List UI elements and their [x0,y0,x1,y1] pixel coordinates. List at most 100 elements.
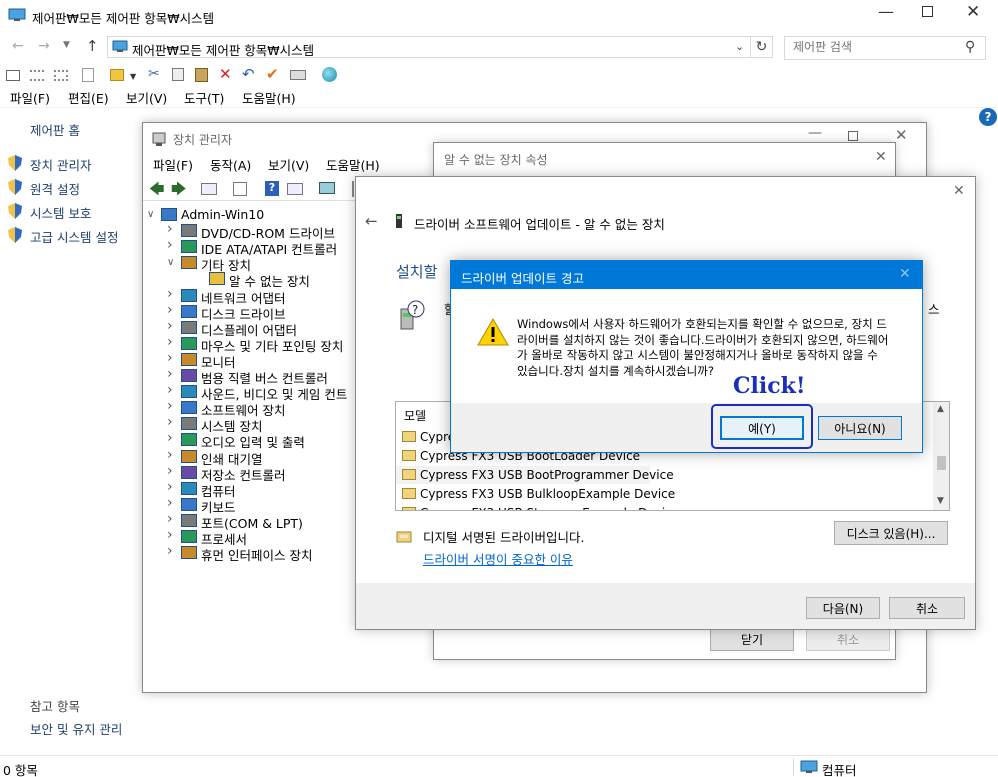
link-advanced-settings[interactable]: 고급 시스템 설정 [30,227,118,246]
cut-icon[interactable]: ✂ [148,66,160,82]
tree-item[interactable]: › 인쇄 대기열 [167,447,357,467]
link-security-maintenance[interactable]: 보안 및 유지 관리 [30,719,122,738]
dm-menu-file[interactable]: 파일(F) [153,155,193,174]
chevron-right-icon[interactable]: › [167,286,177,302]
folder-options-icon[interactable] [110,69,124,81]
warning-close-icon[interactable]: ✕ [899,266,911,282]
tree-item[interactable]: › 프로세서 [167,527,357,547]
scroll-up-icon[interactable]: ▲ [937,404,944,414]
scroll-thumb[interactable] [937,456,946,470]
menu-edit[interactable]: 편집(E) [68,88,109,107]
globe-icon[interactable] [322,67,337,82]
toolbar-dropdown-icon[interactable]: ▼ [130,72,136,81]
chevron-down-icon[interactable]: ∨ [167,257,177,268]
view-tiles-icon[interactable] [54,70,68,81]
chevron-right-icon[interactable]: › [167,366,177,382]
dm-panel-icon[interactable] [287,183,303,195]
maximize-icon[interactable] [922,6,933,17]
dm-help-icon[interactable]: ? [265,181,279,196]
link-remote-settings[interactable]: 원격 설정 [30,179,80,198]
tree-item[interactable]: › 키보드 [167,495,357,515]
next-button[interactable]: 다음(N) [806,597,880,619]
chevron-right-icon[interactable]: › [167,350,177,366]
dm-minimize-icon[interactable]: — [808,125,822,141]
tree-item[interactable]: › 디스크 드라이브 [167,302,357,322]
have-disk-button[interactable]: 디스크 있음(H)... [834,521,948,545]
delete-icon[interactable]: ✕ [219,65,232,83]
props-close-button[interactable]: 닫기 [710,627,794,651]
link-system-protection[interactable]: 시스템 보호 [30,203,91,222]
address-dropdown-icon[interactable]: ⌄ [735,40,744,53]
refresh-button[interactable]: ↻ [751,36,773,58]
address-bar[interactable]: 제어판₩모든 제어판 항목₩시스템 ⌄ [107,36,751,58]
tree-item[interactable]: › 디스플레이 어댑터 [167,318,357,338]
chevron-right-icon[interactable]: › [167,543,177,559]
chevron-right-icon[interactable]: › [167,495,177,511]
chevron-right-icon[interactable]: › [167,398,177,414]
close-icon[interactable]: ✕ [966,2,980,22]
menu-view[interactable]: 보기(V) [126,88,167,107]
tree-item[interactable]: › 사운드, 비디오 및 게임 컨트 [167,382,357,402]
scroll-down-icon[interactable]: ▼ [937,496,944,506]
search-box[interactable]: ⚲ [784,36,986,60]
minimize-icon[interactable]: — [878,2,894,21]
dm-back-icon[interactable]: 🡄 [149,179,165,204]
dm-menu-view[interactable]: 보기(V) [268,155,309,174]
chevron-right-icon[interactable]: › [167,430,177,446]
chevron-right-icon[interactable]: › [167,414,177,430]
link-device-manager[interactable]: 장치 관리자 [30,155,91,174]
tree-item[interactable]: 알 수 없는 장치 [195,271,357,289]
properties-icon[interactable] [290,70,306,80]
dm-menu-help[interactable]: 도움말(H) [326,155,380,174]
model-row[interactable]: Cypress FX3 USB StreamerExample Device [396,504,931,510]
no-button[interactable]: 아니요(N) [818,416,902,440]
dm-tree-view-icon[interactable] [201,183,217,195]
chevron-right-icon[interactable]: › [167,334,177,350]
tree-item[interactable]: › 포트(COM & LPT) [167,511,357,531]
tree-item[interactable]: ∨ 기타 장치 [167,255,357,273]
dm-forward-icon[interactable]: 🡆 [171,179,187,204]
tree-item[interactable]: › 저장소 컨트롤러 [167,463,357,483]
model-scrollbar[interactable]: ▲ ▼ [933,402,949,510]
copy-icon[interactable] [172,68,184,81]
control-panel-home-link[interactable]: 제어판 홈 [30,120,80,139]
forward-arrow-icon[interactable]: → [38,38,50,54]
model-row[interactable]: Cypress FX3 USB BootProgrammer Device [396,466,674,484]
menu-tools[interactable]: 도구(T) [184,88,224,107]
chevron-right-icon[interactable]: › [167,511,177,527]
tree-item[interactable]: › 컴퓨터 [167,479,357,499]
tree-item[interactable]: › 오디오 입력 및 출력 [167,430,357,450]
model-row[interactable]: Cypress FX3 USB BulkloopExample Device [396,485,931,503]
chevron-right-icon[interactable]: › [167,527,177,543]
view-details-icon[interactable] [6,70,20,81]
tree-item[interactable]: › IDE ATA/ATAPI 컨트롤러 [167,237,357,257]
dm-maximize-icon[interactable] [848,131,858,141]
wizard-close-icon[interactable]: ✕ [953,183,965,199]
props-cancel-button[interactable]: 취소 [806,627,890,651]
chevron-down-icon[interactable]: ∨ [147,209,157,220]
menu-help[interactable]: 도움말(H) [242,88,296,107]
chevron-right-icon[interactable]: › [167,382,177,398]
chevron-right-icon[interactable]: › [167,302,177,318]
help-icon[interactable]: ? [979,108,997,126]
tree-item[interactable]: › DVD/CD-ROM 드라이브 [167,221,357,241]
tree-item[interactable]: › 범용 직렬 버스 컨트롤러 [167,366,357,386]
checkmark-icon[interactable]: ✔ [266,65,279,83]
tree-item[interactable]: › 마우스 및 기타 포인팅 장치 [167,334,357,354]
dm-close-icon[interactable]: ✕ [895,126,908,144]
up-arrow-icon[interactable]: ↑ [86,37,99,55]
chevron-right-icon[interactable]: › [167,463,177,479]
paste-icon[interactable] [195,68,208,82]
tree-item[interactable]: › 모니터 [167,350,357,370]
search-icon[interactable]: ⚲ [965,39,975,55]
dm-monitor-icon[interactable] [319,182,335,194]
search-input[interactable] [793,40,958,54]
chevron-right-icon[interactable]: › [167,479,177,495]
wizard-cancel-button[interactable]: 취소 [889,597,965,619]
driver-signing-link[interactable]: 드라이버 서명이 중요한 이유 [423,549,573,568]
wizard-back-icon[interactable]: ← [365,212,378,230]
back-arrow-icon[interactable]: ← [12,38,24,54]
tree-item[interactable]: › 휴먼 인터페이스 장치 [167,543,357,563]
tree-item[interactable]: › 시스템 장치 [167,414,357,434]
recent-chevron-icon[interactable]: ▼ [63,40,70,50]
